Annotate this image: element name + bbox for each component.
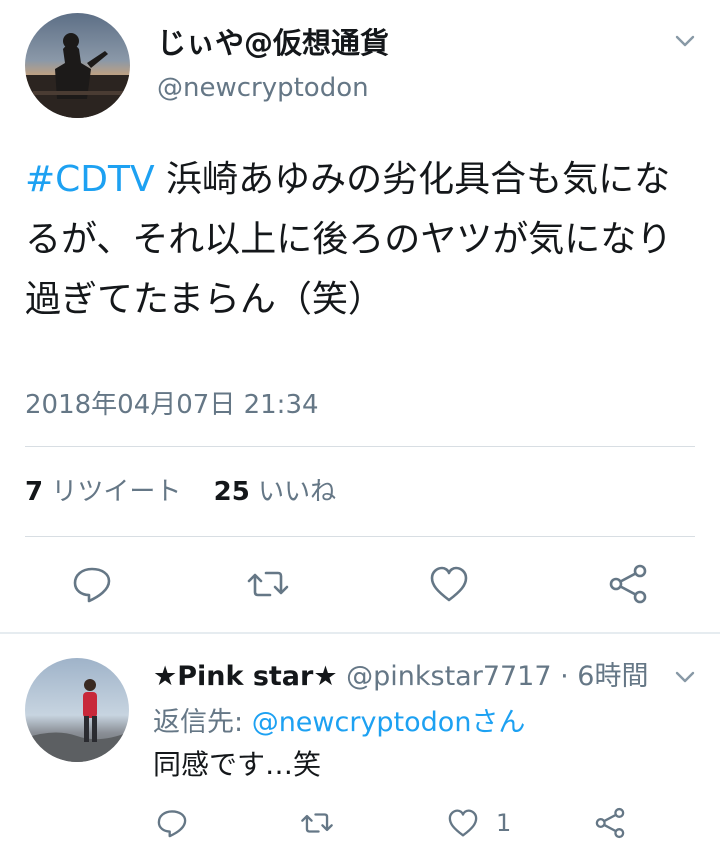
retweet-icon[interactable] [246, 562, 290, 606]
heart-icon[interactable] [427, 562, 471, 606]
timestamp: 2018年04月07日 21:34 [25, 390, 319, 420]
main-tweet: じぃや@仮想通貨 @newcryptodon #CDTV 浜崎あゆみの劣化具合も… [0, 0, 720, 632]
chevron-down-icon[interactable] [672, 664, 698, 690]
reply-to-prefix: 返信先: [153, 707, 252, 738]
tweet-text: #CDTV 浜崎あゆみの劣化具合も気になるが、それ以上に後ろのヤツが気になり過ぎ… [25, 150, 685, 330]
reply-text: 同感です…笑 [153, 748, 322, 781]
reply-display-name[interactable]: ★Pink star★ [153, 661, 338, 692]
retweet-label: リツイート [51, 477, 182, 507]
divider [25, 536, 695, 537]
reply-like-count: 1 [496, 809, 512, 837]
reply-to-link[interactable]: @newcryptodonさん [252, 707, 526, 738]
avatar[interactable] [25, 658, 129, 762]
reply-header: ★Pink star★ @pinkstar7717 · 6時間 [153, 659, 648, 695]
avatar-image [25, 679, 129, 762]
like-count: 25 [213, 477, 250, 507]
reply-to: 返信先: @newcryptodonさん [153, 705, 525, 741]
like-label: いいね [258, 477, 337, 507]
retweet-count: 7 [25, 477, 44, 507]
avatar-image [25, 33, 130, 118]
share-icon[interactable] [593, 806, 627, 840]
like-stat[interactable]: 25 いいね [214, 477, 336, 507]
engagement-stats: 7 リツイート 25 いいね [25, 475, 336, 509]
retweet-icon[interactable] [300, 806, 334, 840]
retweet-stat[interactable]: 7 リツイート [25, 477, 181, 507]
reply-icon[interactable] [70, 562, 114, 606]
chevron-down-icon[interactable] [672, 28, 698, 54]
heart-icon[interactable] [446, 806, 480, 840]
reply-tweet[interactable]: ★Pink star★ @pinkstar7717 · 6時間 返信先: @ne… [0, 634, 720, 853]
divider [25, 446, 695, 447]
avatar[interactable] [25, 13, 130, 118]
reply-icon[interactable] [155, 806, 189, 840]
share-icon[interactable] [606, 562, 650, 606]
display-name[interactable]: じぃや@仮想通貨 [157, 25, 389, 61]
reply-meta: @pinkstar7717 · 6時間 [337, 661, 649, 692]
hashtag-link[interactable]: #CDTV [25, 159, 155, 200]
user-handle[interactable]: @newcryptodon [157, 72, 369, 104]
